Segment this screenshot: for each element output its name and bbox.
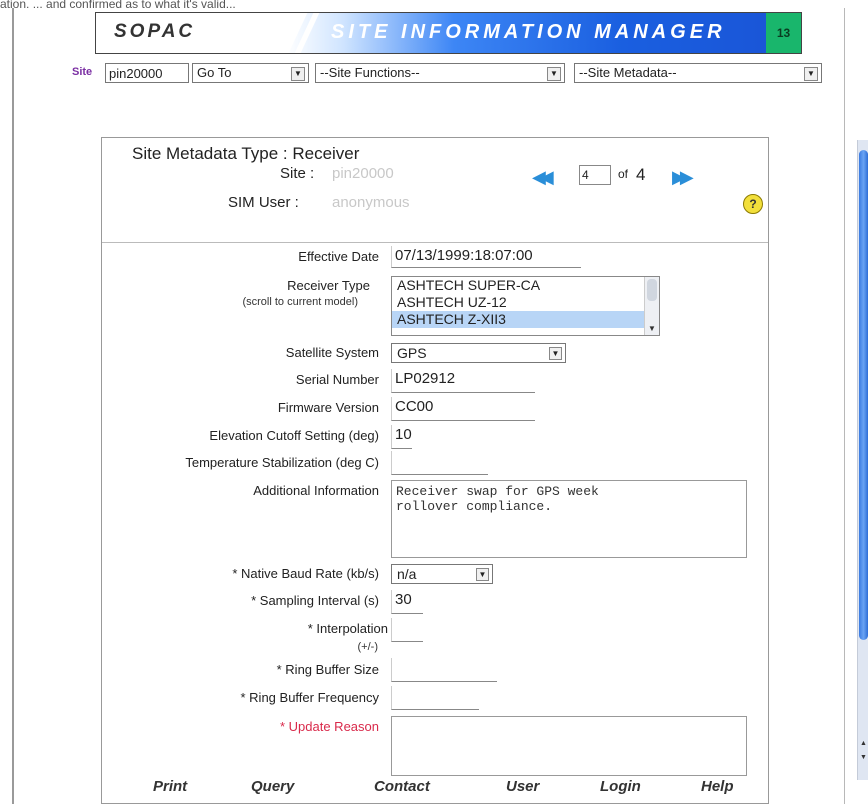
print-link[interactable]: Print — [153, 778, 187, 795]
sopac-logo-text: SOPAC — [114, 21, 196, 42]
chevron-down-icon[interactable]: ▼ — [549, 347, 562, 360]
chevron-down-icon[interactable]: ▼ — [547, 67, 561, 81]
site-label: Site : — [280, 165, 315, 182]
help-link[interactable]: Help — [701, 778, 734, 795]
additional-information-textarea[interactable]: Receiver swap for GPS week rollover comp… — [391, 480, 747, 558]
receiver-type-label: Receiver Type — [287, 278, 370, 293]
page-scrollbar[interactable]: ▲ ▼ — [857, 140, 868, 780]
sim-user-value: anonymous — [332, 194, 410, 211]
right-border — [844, 8, 845, 804]
panel-header: Site Metadata Type : Receiver Site : pin… — [102, 138, 768, 243]
next-record-icon[interactable]: ▶▶ — [672, 167, 694, 188]
firmware-version-field[interactable]: CC00 — [391, 397, 535, 421]
elevation-cutoff-field[interactable]: 10 — [391, 425, 412, 449]
interpolation-field[interactable] — [391, 618, 423, 642]
site-functions-value: --Site Functions-- — [320, 65, 420, 80]
previous-record-icon[interactable]: ◀◀ — [532, 167, 554, 188]
additional-information-label: Additional Information — [253, 483, 379, 498]
user-link[interactable]: User — [506, 778, 539, 795]
serial-number-field[interactable]: LP02912 — [391, 369, 535, 393]
site-functions-select[interactable]: --Site Functions-- ▼ — [315, 63, 565, 83]
top-strip-text: ation, ... and confirmed as to what it's… — [0, 0, 236, 8]
sampling-interval-label: * Sampling Interval (s) — [251, 593, 379, 608]
effective-date-field[interactable]: 07/13/1999:18:07:00 — [391, 246, 581, 268]
metadata-type-title: Site Metadata Type : Receiver — [132, 144, 360, 163]
footer-nav: Print Query Contact User Login Help — [101, 774, 769, 802]
site-metadata-select[interactable]: --Site Metadata-- ▼ — [574, 63, 822, 83]
satellite-system-label: Satellite System — [285, 345, 379, 360]
goto-select-value: Go To — [197, 65, 232, 80]
ring-buffer-frequency-field[interactable] — [391, 686, 479, 710]
sim-banner: SOPAC SITE INFORMATION MANAGER 13 — [95, 12, 802, 54]
banner-title: SITE INFORMATION MANAGER — [331, 21, 726, 43]
temperature-stabilization-label: Temperature Stabilization (deg C) — [185, 455, 379, 470]
ring-buffer-frequency-label: * Ring Buffer Frequency — [240, 690, 380, 705]
firmware-version-label: Firmware Version — [277, 400, 379, 415]
receiver-type-hint: (scroll to current model) — [242, 296, 358, 308]
receiver-option[interactable]: ASHTECH SUPER-CA — [392, 277, 659, 294]
goto-select[interactable]: Go To ▼ — [192, 63, 309, 83]
ring-buffer-size-label: * Ring Buffer Size — [276, 662, 379, 677]
query-link[interactable]: Query — [251, 778, 294, 795]
metadata-panel: Site Metadata Type : Receiver Site : pin… — [101, 137, 769, 804]
left-border — [12, 8, 14, 804]
interpolation-unit: (+/-) — [357, 641, 378, 653]
receiver-option[interactable]: ASHTECH UZ-12 — [392, 294, 659, 311]
sim-user-label: SIM User : — [228, 194, 299, 211]
listbox-scrollbar[interactable]: ▼ — [644, 277, 659, 335]
chevron-down-icon[interactable]: ▼ — [804, 67, 818, 81]
page-of-label: of — [618, 167, 629, 181]
listbox-scroll-thumb[interactable] — [647, 279, 657, 301]
version-badge: 13 — [766, 13, 801, 53]
chevron-down-icon[interactable]: ▼ — [476, 568, 489, 581]
login-link[interactable]: Login — [600, 778, 641, 795]
page-total: 4 — [636, 165, 646, 184]
page-scroll-thumb[interactable] — [859, 150, 868, 640]
native-baud-rate-select[interactable]: n/a ▼ — [391, 564, 493, 584]
site-input[interactable]: pin20000 — [105, 63, 189, 83]
update-reason-label: * Update Reason — [279, 719, 379, 734]
serial-number-label: Serial Number — [295, 372, 379, 387]
elevation-cutoff-label: Elevation Cutoff Setting (deg) — [209, 428, 379, 443]
site-label: Site — [72, 66, 93, 78]
nav-row: Site pin20000 Go To ▼ --Site Functions--… — [0, 63, 868, 85]
scroll-down-icon[interactable]: ▼ — [858, 754, 868, 761]
sampling-interval-field[interactable]: 30 — [391, 590, 423, 614]
site-value: pin20000 — [332, 165, 394, 182]
scroll-down-icon[interactable]: ▼ — [645, 324, 659, 333]
site-metadata-value: --Site Metadata-- — [579, 65, 677, 80]
native-baud-rate-value: n/a — [397, 566, 417, 582]
receiver-type-listbox[interactable]: ASHTECH SUPER-CA ASHTECH UZ-12 ASHTECH Z… — [391, 276, 660, 336]
interpolation-label: * Interpolation — [307, 621, 388, 636]
native-baud-rate-label: * Native Baud Rate (kb/s) — [232, 566, 379, 581]
ring-buffer-size-field[interactable] — [391, 658, 497, 682]
page-input[interactable]: 4 — [579, 165, 611, 185]
satellite-system-select[interactable]: GPS ▼ — [391, 343, 566, 363]
update-reason-textarea[interactable] — [391, 716, 747, 776]
receiver-option-selected[interactable]: ASHTECH Z-XII3 — [392, 311, 659, 328]
help-icon[interactable]: ? — [743, 194, 763, 214]
temperature-stabilization-field[interactable] — [391, 451, 488, 475]
scroll-up-icon[interactable]: ▲ — [858, 740, 868, 747]
effective-date-label: Effective Date — [298, 249, 379, 264]
contact-link[interactable]: Contact — [374, 778, 430, 795]
satellite-system-value: GPS — [397, 345, 427, 361]
chevron-down-icon[interactable]: ▼ — [291, 67, 305, 81]
